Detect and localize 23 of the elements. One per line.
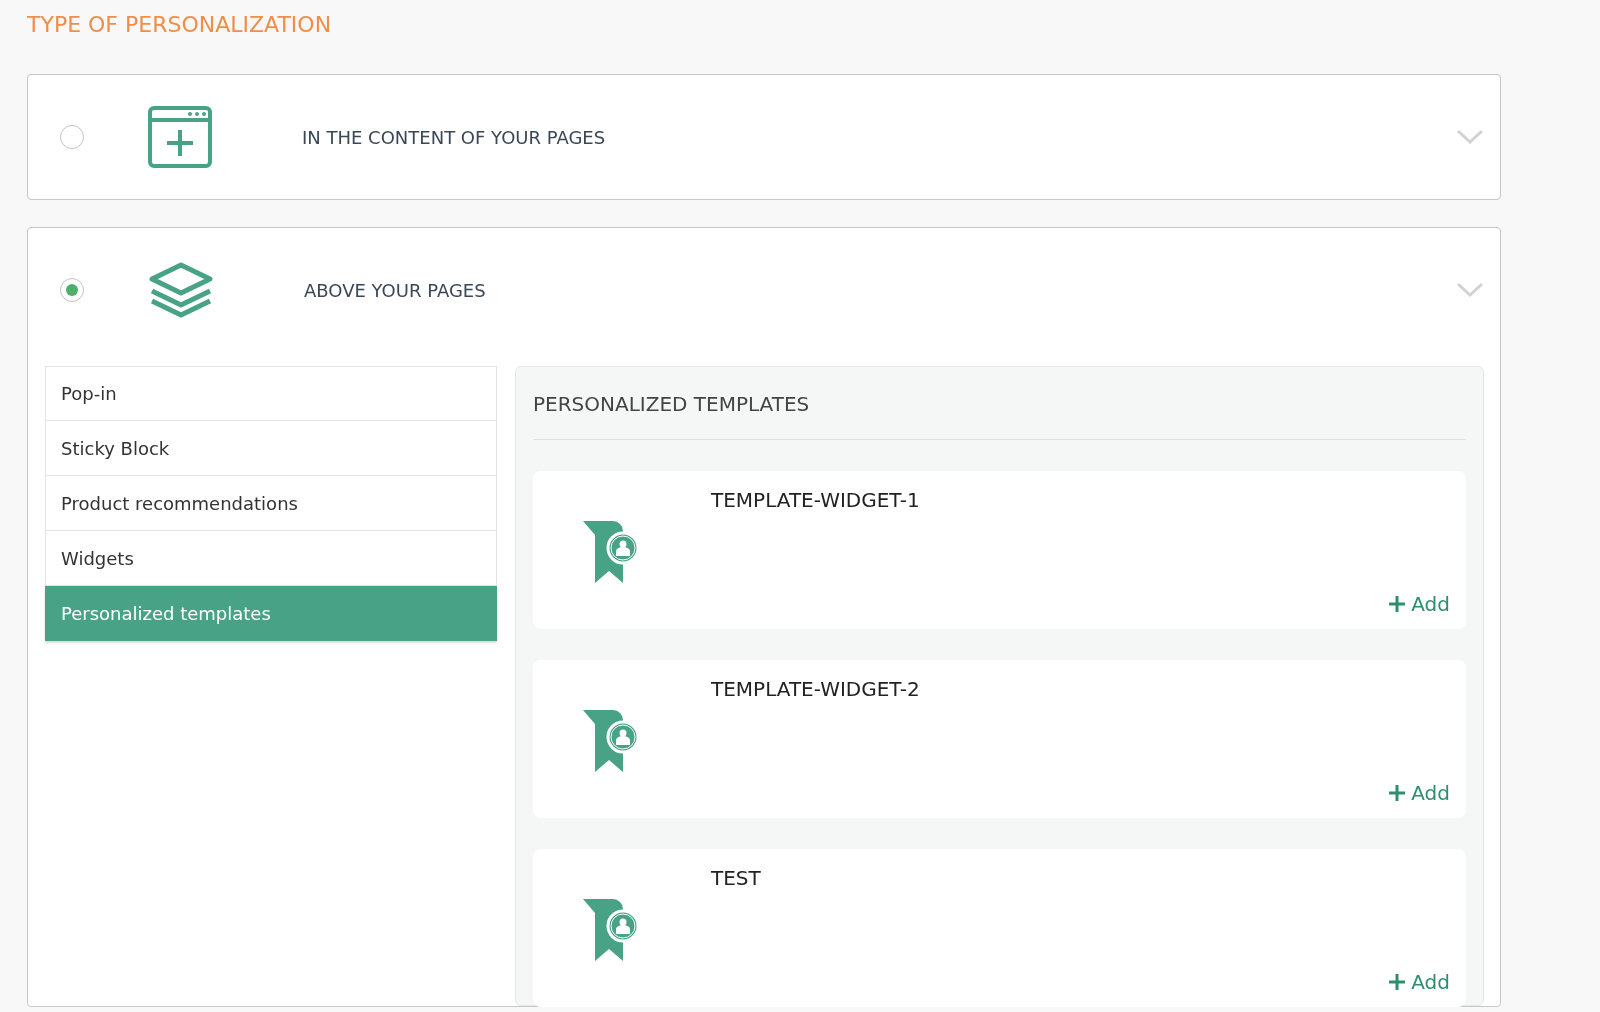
template-name: TEMPLATE-WIDGET-1 <box>711 487 921 515</box>
add-button[interactable]: Add <box>1389 589 1450 620</box>
plus-icon <box>1389 785 1406 802</box>
section-heading: TYPE OF PERSONALIZATION <box>27 12 333 39</box>
radio-button[interactable] <box>60 278 84 303</box>
plus-icon <box>1389 596 1406 613</box>
option-label: ABOVE YOUR PAGES <box>304 278 487 303</box>
chevron-down-icon[interactable] <box>1456 129 1484 146</box>
panel-title: PERSONALIZED TEMPLATES <box>533 367 1466 441</box>
radio-button[interactable] <box>60 125 84 150</box>
layers-icon <box>148 262 214 319</box>
browser-plus-icon <box>148 106 212 169</box>
menu-item[interactable]: Sticky Block <box>45 421 497 477</box>
menu-item[interactable]: Pop-in <box>45 366 497 422</box>
menu-item[interactable]: Widgets <box>45 531 497 587</box>
template-name: TEST <box>711 865 762 893</box>
plus-icon <box>1389 974 1406 991</box>
chevron-down-icon[interactable] <box>1456 282 1484 299</box>
add-button[interactable]: Add <box>1389 967 1450 998</box>
option-label: IN THE CONTENT OF YOUR PAGES <box>302 125 607 150</box>
template-name: TEMPLATE-WIDGET-2 <box>711 676 921 704</box>
add-button[interactable]: Add <box>1389 778 1450 809</box>
menu-item[interactable]: Product recommendations <box>45 476 497 532</box>
